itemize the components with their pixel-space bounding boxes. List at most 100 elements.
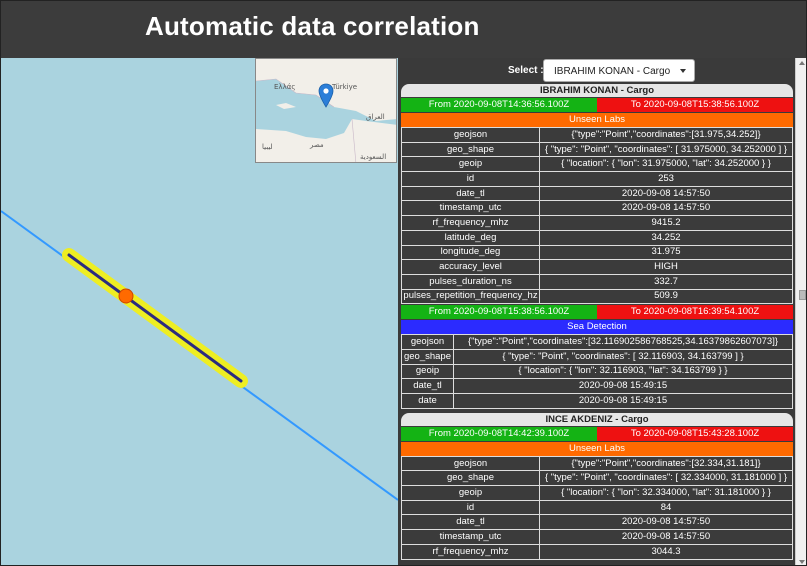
field-name: date [401,393,454,409]
field-name: date_tl [401,378,454,394]
table-row: id 253 [401,171,793,187]
overview-map[interactable]: Ελλάς Türkiye العراق ليبيا مصر السعودية [255,58,397,163]
time-range: From 2020-09-08T14:42:39.100Z To 2020-09… [401,426,793,441]
field-value: { "type": "Point", "coordinates": [ 32.1… [453,348,793,365]
field-name: geo_shape [401,348,454,365]
field-name: pulses_repetition_frequency_hz [401,288,540,305]
field-value: {"type":"Point","coordinates":[31.975,34… [539,127,793,143]
app-window: Automatic data correlation Ελλάς Türkiye… [0,0,807,566]
field-name: geo_shape [401,141,540,158]
range-to: To 2020-09-08T16:39:54.100Z [597,305,793,320]
source-header: Unseen Labs [401,113,793,127]
detection-marker[interactable] [118,288,134,304]
field-name: rf_frequency_mhz [401,543,540,560]
field-name: pulses_duration_ns [401,273,540,290]
correlation-segment [67,253,243,383]
select-label: Select : [508,65,544,76]
range-from: From 2020-09-08T14:42:39.100Z [401,426,597,441]
table-row: pulses_repetition_frequency_hz 509.9 [401,288,793,305]
vessel-selector: Select : IBRAHIM KONAN - Cargo [398,58,806,84]
table-row: geoip{ "location": { "lon": 31.975000, "… [401,156,793,173]
range-from: From 2020-09-08T15:38:56.100Z [401,305,597,320]
field-value: { "location": { "lon": 32.334000, "lat":… [539,485,793,501]
field-value: {"type":"Point","coordinates":[32.334,31… [539,455,793,472]
card-title: INCE AKDENIZ - Cargo [401,412,793,426]
range-from: From 2020-09-08T14:36:56.100Z [401,98,597,112]
field-name: date_tl [401,514,540,531]
table-row: date_tl 2020-09-08 14:57:50 [401,185,793,202]
field-value: { "location": { "lon": 31.975000, "lat":… [539,156,793,173]
table-row: geo_shape{ "type": "Point", "coordinates… [401,470,793,487]
table-row: date_tl 2020-09-08 15:49:15 [401,378,793,394]
field-value: 31.975 [539,244,793,261]
field-value: 2020-09-08 14:57:50 [539,514,793,531]
field-name: geoip [401,363,454,380]
table-row: rf_frequency_mhz 3044.3 [401,543,793,560]
table-row: geo_shape{ "type": "Point", "coordinates… [401,141,793,158]
label-saudi: السعودية [360,153,387,161]
field-value: {"type":"Point","coordinates":[32.116902… [453,334,793,350]
field-value: HIGH [539,259,793,275]
details-panel: Select : IBRAHIM KONAN - Cargo IBRAHIM K… [398,58,806,565]
field-name: rf_frequency_mhz [401,215,540,231]
field-value: 253 [539,171,793,187]
time-range: From 2020-09-08T15:38:56.100Z To 2020-09… [401,305,793,320]
label-greece: Ελλάς [274,83,296,91]
field-name: latitude_deg [401,229,540,246]
vessel-select[interactable]: IBRAHIM KONAN - Cargo [543,59,695,82]
field-value: 2020-09-08 15:49:15 [453,393,793,409]
location-pin-icon[interactable] [318,83,334,109]
field-name: id [401,171,540,187]
card-title: IBRAHIM KONAN - Cargo [401,84,793,97]
table-row: id 84 [401,499,793,516]
field-value: 2020-09-08 15:49:15 [453,378,793,394]
data-table: geojson {"type":"Point","coordinates":[32… [401,334,793,409]
field-value: 2020-09-08 14:57:50 [539,200,793,217]
field-name: geoip [401,156,540,173]
field-name: timestamp_utc [401,200,540,217]
field-value: { "location": { "lon": 32.116903, "lat":… [453,363,793,380]
table-row: longitude_deg 31.975 [401,244,793,261]
page-title: Automatic data correlation [145,11,480,41]
field-value: 332.7 [539,273,793,290]
range-to: To 2020-09-08T15:43:28.100Z [597,426,793,441]
field-name: geo_shape [401,470,540,487]
time-range: From 2020-09-08T14:36:56.100Z To 2020-09… [401,98,793,112]
label-libya: ليبيا [262,143,273,151]
vessel-card: IBRAHIM KONAN - Cargo From 2020-09-08T14… [401,84,793,410]
field-name: longitude_deg [401,244,540,261]
field-value: 34.252 [539,229,793,246]
header: Automatic data correlation [1,1,806,58]
field-value: 509.9 [539,288,793,305]
table-row: date_tl 2020-09-08 14:57:50 [401,514,793,531]
source-header: Unseen Labs [401,441,793,456]
table-row: geoip{ "location": { "lon": 32.334000, "… [401,485,793,501]
table-row: date 2020-09-08 15:49:15 [401,393,793,409]
field-value: 2020-09-08 14:57:50 [539,529,793,545]
table-row: accuracy_level HIGH [401,259,793,275]
data-table: geojson {"type":"Point","coordinates":[31… [401,127,793,305]
field-name: id [401,499,540,516]
field-name: geojson [401,334,454,350]
chevron-down-icon [680,69,686,73]
label-egypt: مصر [310,141,324,149]
cards-container: IBRAHIM KONAN - Cargo From 2020-09-08T14… [401,84,793,564]
table-row: geojson {"type":"Point","coordinates":[32… [401,334,793,350]
field-value: { "type": "Point", "coordinates": [ 31.9… [539,141,793,158]
scrollbar[interactable] [795,58,806,565]
field-name: timestamp_utc [401,529,540,545]
scroll-up-icon[interactable] [799,61,805,65]
field-value: 3044.3 [539,543,793,560]
scroll-down-icon[interactable] [799,560,805,564]
range-to: To 2020-09-08T15:38:56.100Z [597,98,793,112]
field-name: date_tl [401,185,540,202]
scroll-thumb[interactable] [799,290,806,300]
overview-land [256,59,396,162]
table-row: geojson {"type":"Point","coordinates":[31… [401,127,793,143]
field-name: accuracy_level [401,259,540,275]
label-turkey: Türkiye [332,83,358,91]
table-row: geo_shape{ "type": "Point", "coordinates… [401,348,793,365]
field-value: { "type": "Point", "coordinates": [ 32.3… [539,470,793,487]
field-name: geojson [401,127,540,143]
source-header: Sea Detection [401,320,793,335]
